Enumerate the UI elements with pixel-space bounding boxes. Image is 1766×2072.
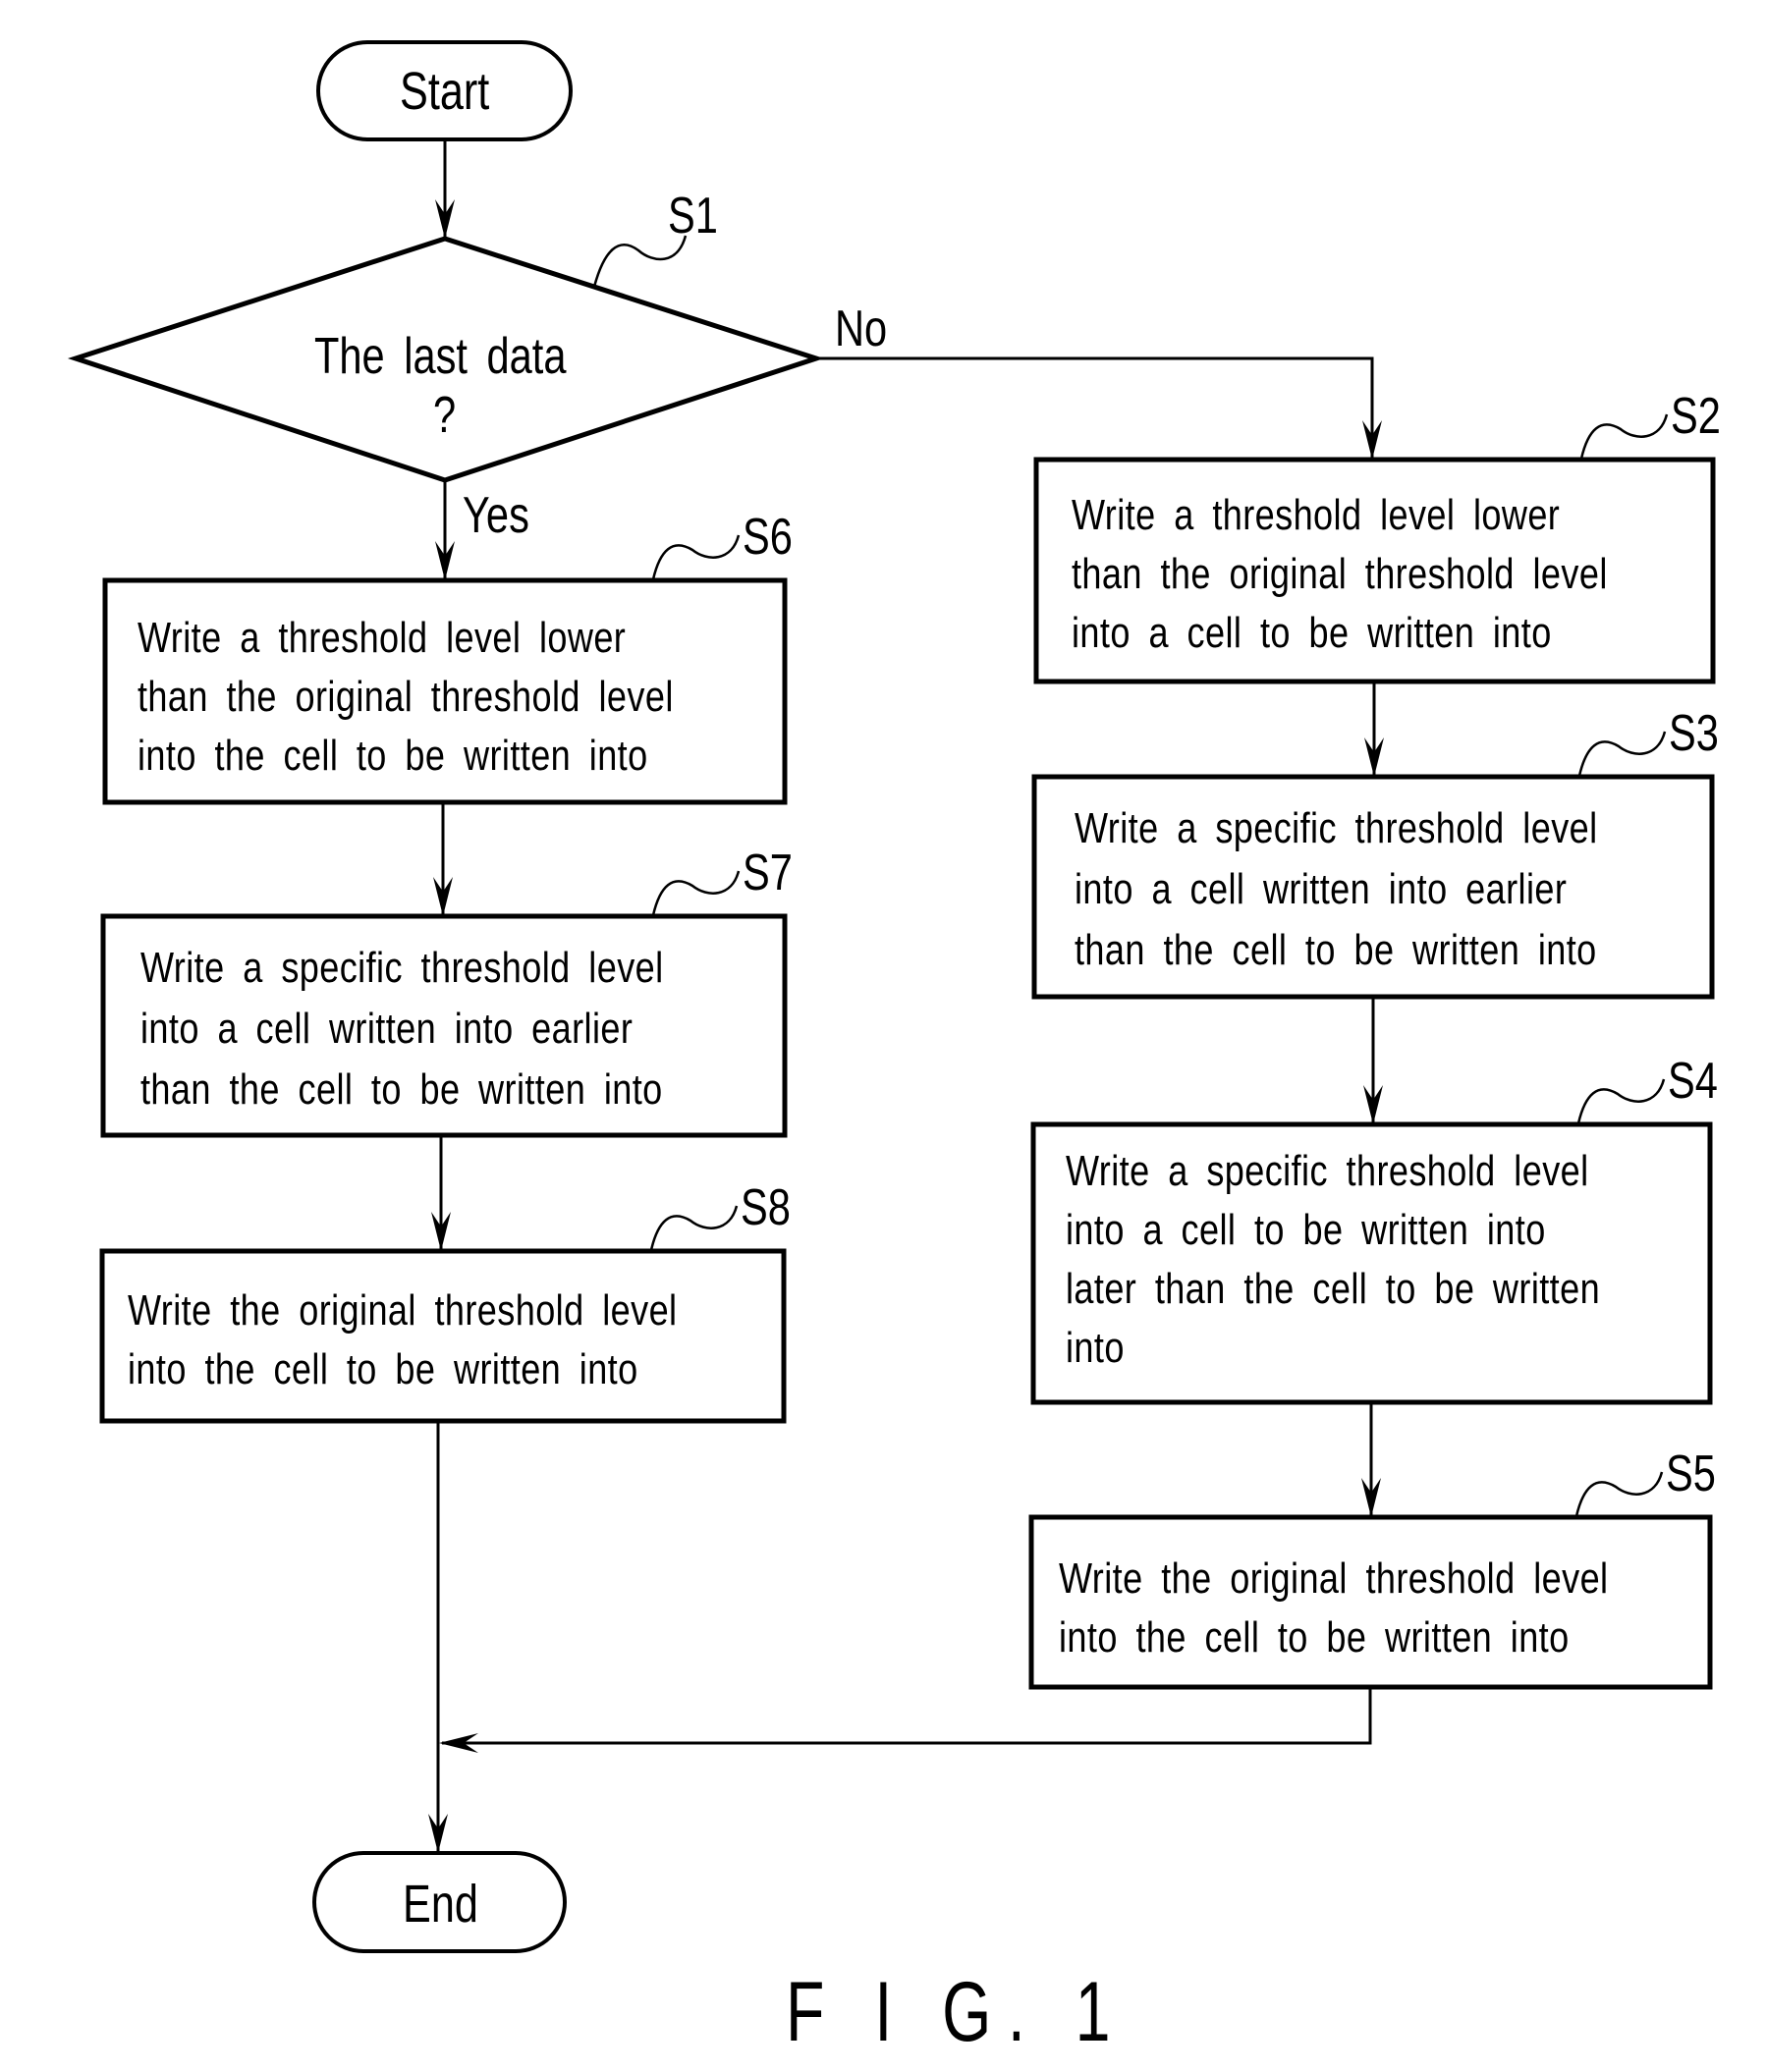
step-text-line: into a cell to be written into bbox=[1066, 1206, 1546, 1254]
step-text-s8: Write the original threshold level into … bbox=[128, 1281, 677, 1399]
step-text-line: than the cell to be written into bbox=[1075, 926, 1597, 974]
step-text-line: than the cell to be written into bbox=[140, 1065, 663, 1114]
start-label: Start bbox=[400, 62, 490, 121]
step-text-line: Write a specific threshold level bbox=[1075, 804, 1598, 852]
connector-no-branch bbox=[816, 356, 1374, 458]
step-id-s5: S5 bbox=[1666, 1445, 1716, 1502]
step-text-line: than the original threshold level bbox=[138, 673, 674, 721]
step-id-s7: S7 bbox=[743, 845, 793, 901]
no-label: No bbox=[835, 300, 888, 357]
step-text-line: into the cell to be written into bbox=[128, 1345, 638, 1393]
step-text-line: Write a threshold level lower bbox=[138, 614, 627, 662]
yes-label: Yes bbox=[463, 487, 529, 544]
leader-s2 bbox=[1579, 413, 1669, 460]
leader-s5 bbox=[1574, 1471, 1664, 1517]
step-text-line: than the original threshold level bbox=[1072, 550, 1608, 598]
step-text-line: into bbox=[1066, 1324, 1125, 1372]
leader-s4 bbox=[1576, 1078, 1666, 1124]
connector-s5-merge bbox=[442, 1687, 1372, 1745]
decision-text: The last data bbox=[314, 328, 567, 385]
step-id-s4: S4 bbox=[1668, 1053, 1718, 1110]
step-id-s1: S1 bbox=[668, 188, 718, 245]
step-id-s2: S2 bbox=[1671, 388, 1721, 445]
step-id-s8: S8 bbox=[741, 1179, 791, 1236]
leader-s7 bbox=[651, 870, 741, 916]
leader-s8 bbox=[649, 1205, 739, 1251]
step-text-s4: Write a specific threshold level into a … bbox=[1066, 1142, 1600, 1378]
step-text-line: Write a threshold level lower bbox=[1072, 491, 1561, 539]
step-text-line: later than the cell to be written bbox=[1066, 1265, 1601, 1313]
step-text-line: Write a specific threshold level bbox=[1066, 1147, 1589, 1195]
leader-s6 bbox=[651, 534, 741, 580]
step-text-line: into the cell to be written into bbox=[138, 732, 648, 780]
step-text-line: into a cell to be written into bbox=[1072, 609, 1552, 657]
step-text-line: Write the original threshold level bbox=[128, 1286, 678, 1335]
step-text-s6: Write a threshold level lower than the o… bbox=[138, 609, 674, 786]
figure-caption: F I G. 1 bbox=[786, 1965, 1128, 2059]
step-text-line: into the cell to be written into bbox=[1059, 1613, 1570, 1662]
end-label: End bbox=[403, 1875, 478, 1934]
step-text-line: into a cell written into earlier bbox=[1075, 865, 1568, 913]
leader-s3 bbox=[1577, 731, 1667, 777]
step-text-line: into a cell written into earlier bbox=[140, 1005, 634, 1053]
step-id-s3: S3 bbox=[1669, 705, 1719, 762]
step-text-s7: Write a specific threshold level into a … bbox=[140, 938, 664, 1120]
step-text-line: Write a specific threshold level bbox=[140, 944, 664, 992]
step-text-s2: Write a threshold level lower than the o… bbox=[1072, 486, 1608, 663]
step-text-line: Write the original threshold level bbox=[1059, 1554, 1609, 1603]
step-text-s3: Write a specific threshold level into a … bbox=[1075, 798, 1598, 981]
step-id-s6: S6 bbox=[743, 509, 793, 566]
step-text-s5: Write the original threshold level into … bbox=[1059, 1550, 1608, 1667]
decision-question-mark: ? bbox=[433, 387, 457, 444]
